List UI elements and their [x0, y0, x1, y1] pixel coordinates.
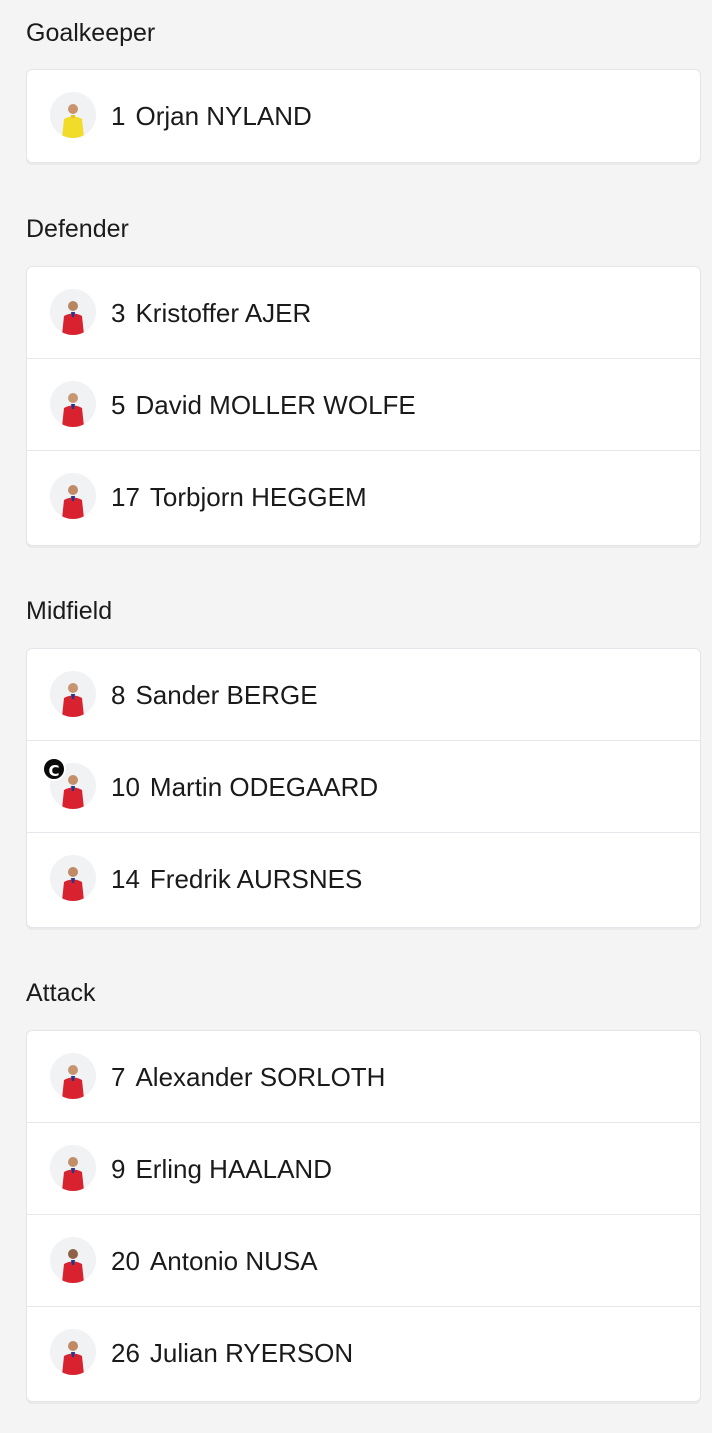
player-name: David MOLLER WOLFE	[135, 390, 416, 420]
player-number: 10	[111, 772, 140, 802]
player-list: 7 Alexander SORLOTH 9 Erling HAALAND 20 …	[26, 1030, 701, 1402]
player-list: 8 Sander BERGE C 10 Martin ODEGAARD 14 F…	[26, 648, 701, 928]
player-photo-icon	[50, 92, 96, 138]
player-row[interactable]: C 10 Martin ODEGAARD	[27, 741, 700, 833]
lineup-page: Goalkeeper 1 Orjan NYLAND Defender 3 Kri…	[0, 0, 712, 1433]
section-title: Goalkeeper	[26, 19, 156, 47]
player-row[interactable]: 8 Sander BERGE	[27, 649, 700, 741]
player-label: 9 Erling HAALAND	[111, 1123, 332, 1215]
player-row[interactable]: 14 Fredrik AURSNES	[27, 833, 700, 925]
section-title: Defender	[26, 215, 129, 243]
player-number: 20	[111, 1246, 140, 1276]
player-label: 3 Kristoffer AJER	[111, 267, 311, 359]
section-defender: Defender 3 Kristoffer AJER 5 David MOLLE…	[26, 197, 701, 547]
player-row[interactable]: 17 Torbjorn HEGGEM	[27, 451, 700, 543]
player-name: Fredrik AURSNES	[149, 864, 363, 894]
section-goalkeeper: Goalkeeper 1 Orjan NYLAND	[26, 0, 701, 165]
player-name: Antonio NUSA	[149, 1246, 318, 1276]
player-row[interactable]: 20 Antonio NUSA	[27, 1215, 700, 1307]
player-number: 5	[111, 390, 126, 420]
player-list: 1 Orjan NYLAND	[26, 69, 701, 163]
player-photo-icon	[50, 1237, 96, 1283]
player-photo-icon	[50, 1053, 96, 1099]
player-row[interactable]: 1 Orjan NYLAND	[27, 70, 700, 162]
player-name: Kristoffer AJER	[135, 298, 312, 328]
player-row[interactable]: 26 Julian RYERSON	[27, 1307, 700, 1399]
player-photo-icon	[50, 1145, 96, 1191]
player-list: 3 Kristoffer AJER 5 David MOLLER WOLFE 1…	[26, 266, 701, 546]
section-midfield: Midfield 8 Sander BERGE C 10 Martin ODEG…	[26, 579, 701, 929]
player-row[interactable]: 7 Alexander SORLOTH	[27, 1031, 700, 1123]
player-photo-icon	[50, 473, 96, 519]
player-number: 1	[111, 101, 126, 131]
player-label: 7 Alexander SORLOTH	[111, 1031, 385, 1123]
player-row[interactable]: 9 Erling HAALAND	[27, 1123, 700, 1215]
player-number: 26	[111, 1338, 140, 1368]
player-label: 26 Julian RYERSON	[111, 1307, 353, 1399]
player-name: Sander BERGE	[135, 680, 318, 710]
player-name: Erling HAALAND	[135, 1154, 332, 1184]
player-photo-icon	[50, 289, 96, 335]
captain-badge-icon: C	[42, 757, 66, 781]
player-row[interactable]: 3 Kristoffer AJER	[27, 267, 700, 359]
player-label: 1 Orjan NYLAND	[111, 70, 312, 162]
player-number: 17	[111, 482, 140, 512]
player-photo-icon	[50, 855, 96, 901]
player-number: 14	[111, 864, 140, 894]
player-row[interactable]: 5 David MOLLER WOLFE	[27, 359, 700, 451]
player-label: 14 Fredrik AURSNES	[111, 833, 362, 925]
player-label: 10 Martin ODEGAARD	[111, 741, 378, 833]
player-photo-icon	[50, 381, 96, 427]
player-name: Julian RYERSON	[149, 1338, 354, 1368]
player-name: Alexander SORLOTH	[135, 1062, 386, 1092]
player-number: 9	[111, 1154, 126, 1184]
player-number: 8	[111, 680, 126, 710]
player-number: 3	[111, 298, 126, 328]
player-label: 17 Torbjorn HEGGEM	[111, 451, 367, 543]
player-name: Martin ODEGAARD	[149, 772, 379, 802]
player-name: Orjan NYLAND	[135, 101, 312, 131]
player-label: 8 Sander BERGE	[111, 649, 318, 741]
player-photo-icon	[50, 671, 96, 717]
section-title: Attack	[26, 979, 96, 1007]
player-photo-icon	[50, 1329, 96, 1375]
section-title: Midfield	[26, 597, 113, 625]
section-attack: Attack 7 Alexander SORLOTH 9 Erling HAAL…	[26, 961, 701, 1403]
player-name: Torbjorn HEGGEM	[149, 482, 367, 512]
player-number: 7	[111, 1062, 126, 1092]
player-label: 5 David MOLLER WOLFE	[111, 359, 416, 451]
player-label: 20 Antonio NUSA	[111, 1215, 318, 1307]
